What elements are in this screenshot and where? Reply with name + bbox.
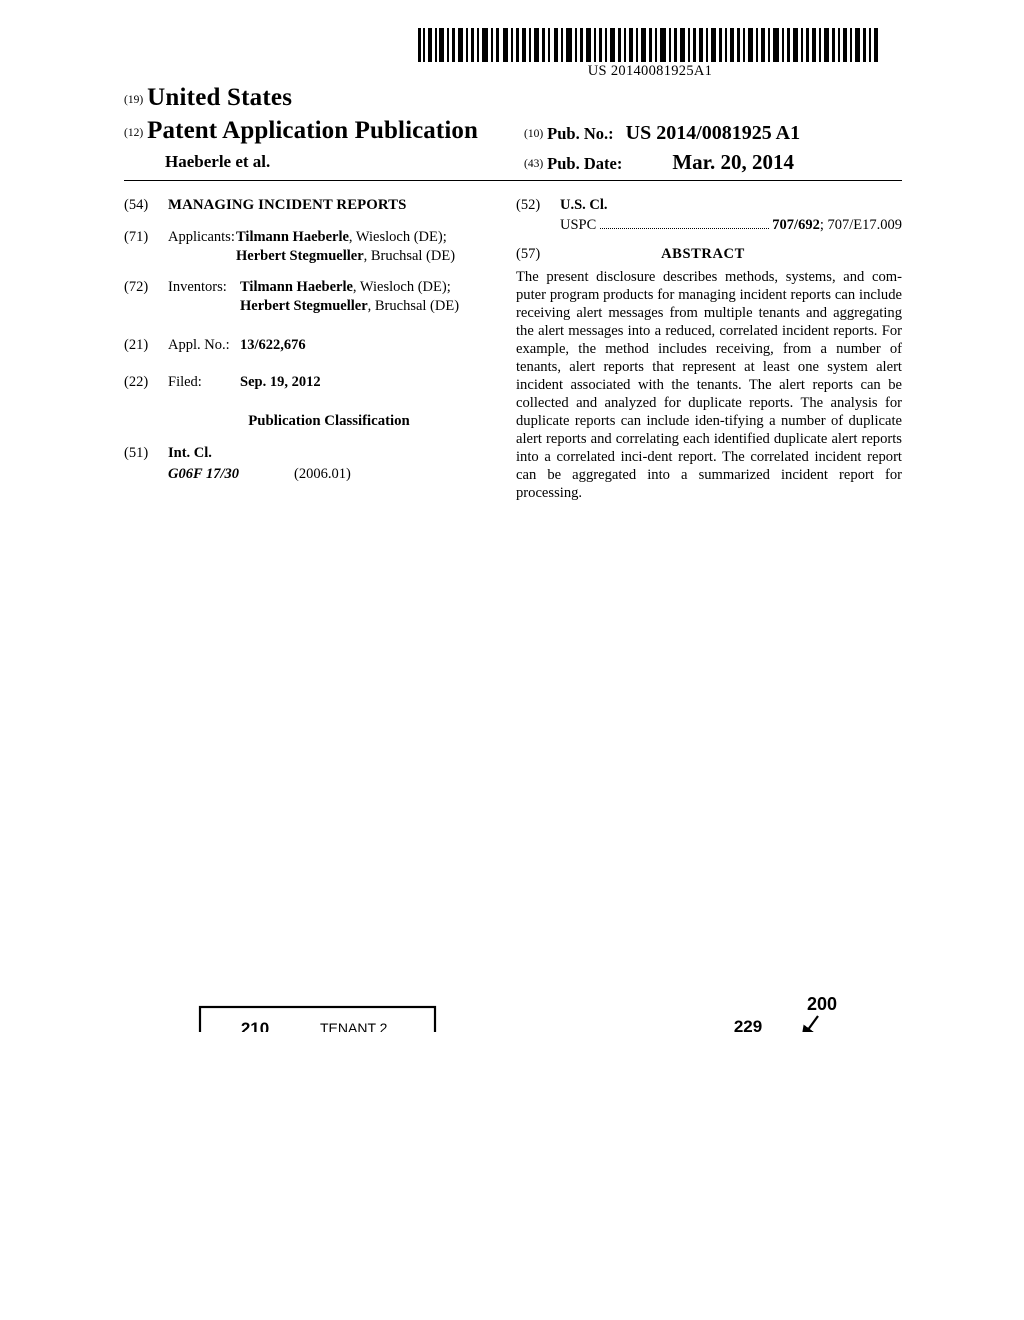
inventor-1-location: , Wiesloch (DE);	[352, 279, 451, 296]
field-appl-no: (21) Appl. No.: 13/622,676	[124, 336, 504, 355]
applicants-label: Applicants:	[168, 229, 235, 246]
abstract-heading: ABSTRACT	[661, 245, 745, 262]
figure-svg: 210 TENANT 2 HEALTH CHECK SPR 221 223 21…	[198, 994, 837, 1032]
barcode-block: US 20140081925A1	[418, 28, 882, 80]
applicant-2-location: , Bruchsal (DE)	[363, 247, 456, 264]
int-cl-version: (2006.01)	[294, 466, 351, 482]
uspc-line: USPC 707/692; 707/E17.009	[516, 217, 902, 234]
uspc-label: USPC	[560, 216, 597, 233]
figure-ref-200: 200	[807, 994, 837, 1014]
field-code-51: (51)	[124, 445, 149, 462]
field-us-cl: (52) U.S. Cl.	[516, 196, 902, 215]
field-code-57: (57)	[516, 245, 541, 262]
field-filed: (22) Filed: Sep. 19, 2012	[124, 373, 504, 392]
figure-200: 210 TENANT 2 HEALTH CHECK SPR 221 223 21…	[0, 492, 1024, 1032]
figure-ref-group: 200	[801, 994, 837, 1032]
field-code-71: (71)	[124, 229, 149, 246]
code-12: (12)	[124, 127, 144, 139]
masthead: (19) United States (12) Patent Applicati…	[124, 84, 902, 178]
field-inventors: (72) Inventors: Tilmann Haeberle, Wieslo…	[124, 278, 504, 315]
field-code-21: (21)	[124, 336, 149, 353]
appl-no-label: Appl. No.:	[168, 336, 230, 353]
field-applicants: (71) Applicants: Tilmann Haeberle, Wiesl…	[124, 228, 504, 265]
abstract-heading-row: (57) ABSTRACT	[516, 246, 902, 263]
pub-number-row: (10) Pub. No.: US 2014/0081925 A1	[524, 122, 800, 145]
figure-ref-arrow	[801, 1015, 819, 1032]
pub-date-row: (43) Pub. Date: Mar. 20, 2014	[524, 150, 794, 175]
inventor-1-name: Tilmann Haeberle	[240, 279, 353, 296]
code-10: (10)	[524, 128, 544, 140]
field-int-cl: (51) Int. Cl. G06F 17/30 (2006.01)	[124, 444, 504, 483]
uspc-value-secondary: ; 707/E17.009	[819, 216, 902, 233]
barcode-number: US 20140081925A1	[587, 63, 713, 79]
appl-no-value: 13/622,676	[240, 336, 306, 353]
bibliographic-left-column: (54) MANAGING INCIDENT REPORTS (71) Appl…	[124, 196, 504, 497]
pub-number-label: Pub. No.:	[547, 124, 614, 143]
regular-health-check-incident-path: REGULAR HEALTH CHECK INCIDENT 229	[734, 1017, 762, 1032]
tenant-stack-container	[198, 1005, 437, 1032]
filed-value: Sep. 19, 2012	[240, 373, 321, 390]
uspc-leader-dots	[600, 218, 770, 229]
country-name: United States	[147, 84, 293, 111]
applicant-1-name: Tilmann Haeberle	[236, 229, 349, 246]
abstract-text: The present disclosure describes methods…	[516, 268, 902, 501]
field-title: (54) MANAGING INCIDENT REPORTS	[124, 196, 504, 215]
code-19: (19)	[124, 94, 144, 106]
tenant2-ref: 210	[241, 1019, 269, 1032]
uspc-value-primary: 707/692	[772, 216, 820, 233]
bibliographic-right-column: (52) U.S. Cl. USPC 707/692; 707/E17.009 …	[516, 196, 902, 502]
uspc-value: 707/692; 707/E17.009	[772, 217, 902, 234]
field-code-54: (54)	[124, 197, 149, 213]
inventors-label: Inventors:	[168, 279, 227, 296]
header-divider	[124, 180, 902, 181]
applicant-2-name: Herbert Stegmueller	[236, 247, 364, 264]
tenant2-group: 210 TENANT 2 HEALTH CHECK SPR 221 223	[241, 1019, 388, 1032]
int-cl-row: G06F 17/30 (2006.01)	[168, 465, 504, 484]
doc-type: Patent Application Publication	[147, 117, 478, 144]
int-cl-symbol: G06F 17/30	[168, 466, 240, 482]
us-cl-label: U.S. Cl.	[560, 197, 608, 213]
field-code-72: (72)	[124, 279, 149, 296]
inventor-2-name: Herbert Stegmueller	[240, 298, 368, 315]
inventor-2-location: , Bruchsal (DE)	[367, 298, 460, 315]
int-cl-label: Int. Cl.	[168, 445, 212, 462]
pub-date-label: Pub. Date:	[547, 154, 623, 173]
publication-classification-heading: Publication Classification	[248, 413, 410, 430]
int-cl-block: Int. Cl. G06F 17/30 (2006.01)	[168, 444, 504, 483]
pub-date-value: Mar. 20, 2014	[672, 150, 795, 174]
inventors-list: Tilmann Haeberle, Wiesloch (DE); Herbert…	[240, 278, 504, 315]
field-code-52: (52)	[516, 197, 541, 213]
pub-number-value: US 2014/0081925 A1	[625, 122, 801, 144]
invention-title: MANAGING INCIDENT REPORTS	[168, 197, 407, 213]
code-43: (43)	[524, 158, 544, 170]
field-code-22: (22)	[124, 373, 149, 390]
applicant-1-location: , Wiesloch (DE);	[348, 229, 447, 246]
tenant2-label: TENANT 2	[320, 1020, 388, 1032]
authors-line: Haeberle et al.	[165, 152, 271, 171]
filed-label: Filed:	[168, 373, 202, 390]
applicants-list: Tilmann Haeberle, Wiesloch (DE); Herbert…	[236, 228, 504, 265]
barcode-icon	[418, 28, 878, 62]
doc-type-line: (12) Patent Application Publication	[124, 117, 478, 145]
dashed-incident-ref: 229	[734, 1017, 762, 1032]
country-line: (19) United States	[124, 84, 292, 112]
